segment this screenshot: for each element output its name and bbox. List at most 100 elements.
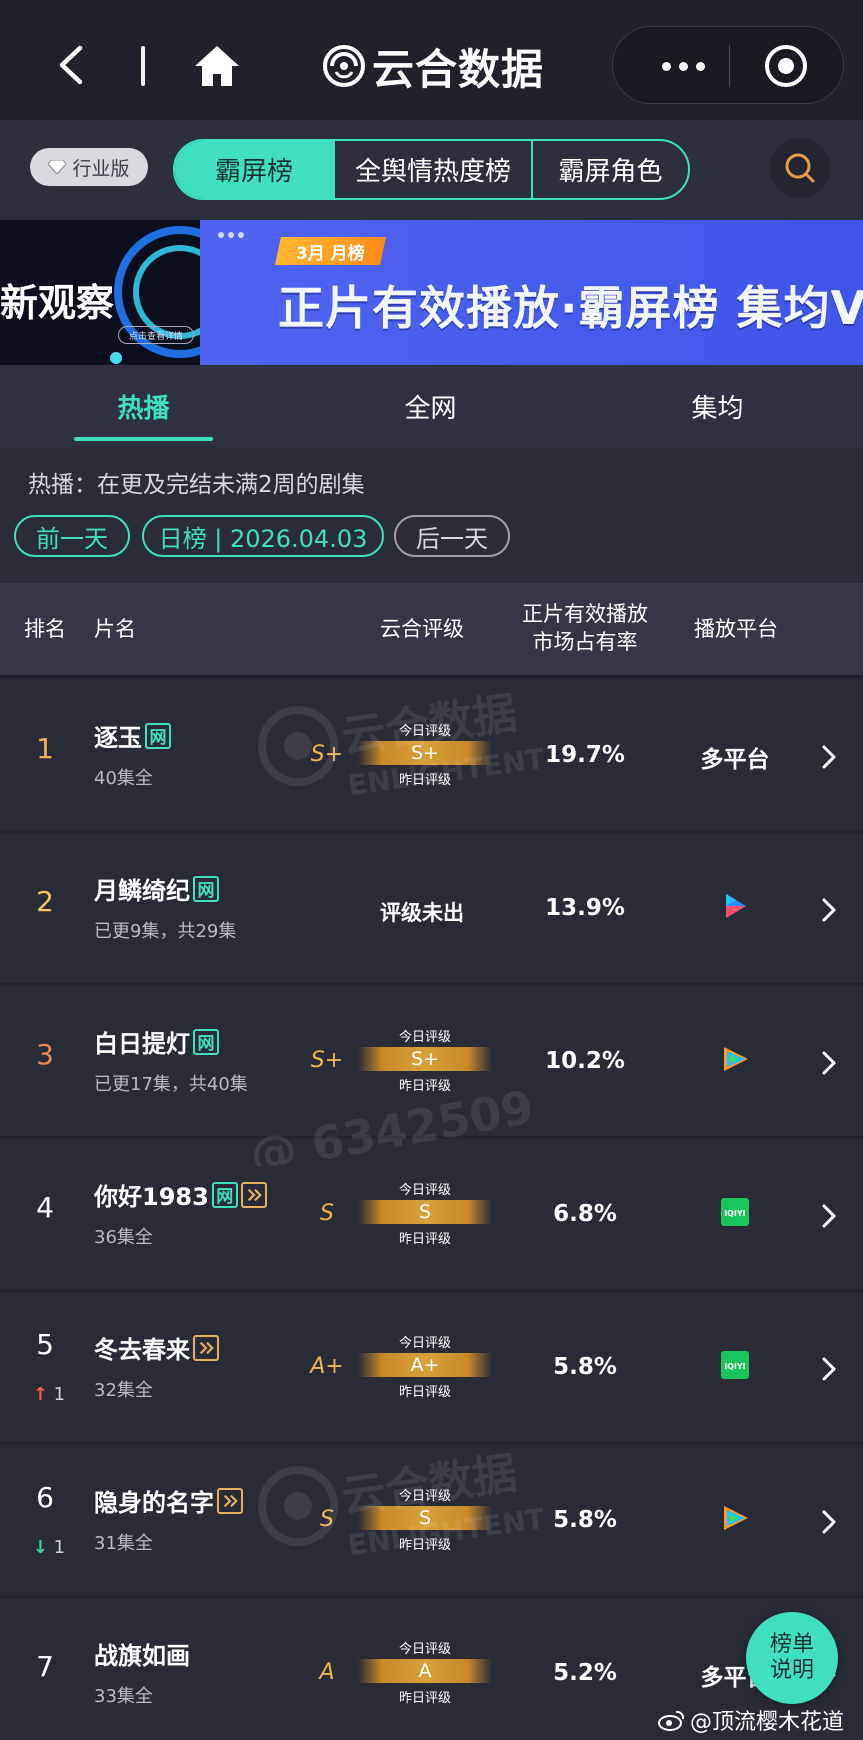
market-share: 5.8% [553,1507,617,1533]
today-grade-label: 今日评级 [398,1030,451,1045]
show-title[interactable]: 战旗如画 [94,1636,190,1671]
today-grade-label: 今日评级 [398,1642,451,1657]
yesterday-grade: S [320,1201,334,1226]
yesterday-grade: A [319,1660,335,1685]
fab-line2: 说明 [769,1658,814,1683]
rank-number: 5 [36,1328,54,1361]
show-title[interactable]: 你好1983 [94,1177,209,1212]
double-chevron-badge-icon [217,1487,243,1514]
chevron-right-icon[interactable] [818,742,840,772]
today-grade: A+ [358,1353,492,1377]
banner-tag: 3月 月榜 [275,237,386,265]
segment-tab-role[interactable]: 霸屏角色 [531,141,688,198]
show-title[interactable]: 逐玉 [94,718,142,753]
home-icon[interactable] [192,42,242,90]
market-share: 6.8% [553,1201,617,1227]
iqiyi-icon: iQIYI [720,1197,750,1227]
table-row[interactable]: 4 你好1983 网 36集全 S 今日评级 S 昨日评级 6.8% iQIYI [0,1137,863,1289]
arrow-down-icon: ↓ [32,1537,48,1558]
list-explanation-button[interactable]: 榜单 说明 [746,1612,838,1704]
today-grade: S+ [358,741,492,765]
industry-label: 行业版 [72,157,130,180]
table-row[interactable]: 1 逐玉网 40集全 S+ 今日评级 S+ 昨日评级 19.7% 多平台 [0,678,863,830]
tencent-video-icon [720,1503,750,1533]
chevron-right-icon[interactable] [818,1354,840,1384]
grade-box: 今日评级 S 昨日评级 [358,1485,492,1559]
chevron-right-icon[interactable] [818,1201,840,1231]
tab-all-network[interactable]: 全网 [287,365,574,447]
double-chevron-badge-icon [240,1181,267,1208]
segment-tab-bapin[interactable]: 霸屏榜 [175,141,333,198]
back-icon[interactable] [52,40,92,90]
tab-hot[interactable]: 热播 [0,365,287,447]
next-day-button[interactable]: 后一天 [394,515,510,557]
banner-dots [218,232,244,238]
weibo-handle: @顶流樱木花道 [690,1710,845,1735]
capsule-divider [729,45,730,87]
rank-down-indicator: ↓ 1 [26,1537,72,1558]
today-grade-label: 今日评级 [398,724,451,739]
show-title[interactable]: 隐身的名字 [94,1483,214,1518]
rank-number: 3 [36,1038,54,1071]
mini-program-capsule [612,26,844,104]
rank-up-indicator: ↑ 1 [26,1384,72,1405]
brand-logo-icon [323,45,365,87]
today-grade-label: 今日评级 [398,1489,451,1504]
brand-name: 云合数据 [372,44,545,94]
title-wrap: 月鳞绮纪网 [94,871,219,906]
title-wrap: 隐身的名字 [94,1483,243,1518]
table-row[interactable]: 2 月鳞绮纪网已更9集，共29集 评级未出 13.9% [0,831,863,983]
yesterday-grade: S [320,1507,334,1532]
title-wrap: 逐玉网 [94,718,171,753]
market-share: 19.7% [545,742,625,768]
rank-change-value: 1 [47,1384,66,1405]
date-selector[interactable]: 日榜 | 2026.04.03 [142,515,384,557]
market-share: 5.2% [553,1660,617,1686]
show-title[interactable]: 冬去春来 [94,1330,190,1365]
rank-number: 4 [36,1191,54,1224]
grade-box: 今日评级 A 昨日评级 [358,1638,492,1712]
show-title[interactable]: 白日提灯 [94,1024,190,1059]
search-button[interactable] [770,138,830,198]
table-row[interactable]: 5 ↑ 1 冬去春来 32集全 A+ 今日评级 A+ 昨日评级 5.8% iQIYI [0,1290,863,1442]
search-icon [785,153,815,183]
title-wrap: 战旗如画 [94,1636,190,1671]
chevron-right-icon[interactable] [818,895,840,925]
platform-label: 多平台 [700,747,770,773]
episode-info: 33集全 [94,1686,153,1707]
iqiyi-icon: iQIYI [720,1350,750,1380]
banner-left-button[interactable]: 点击查看详情 [118,326,194,344]
promo-banner[interactable]: 新观察 点击查看详情 3月 月榜 正片有效播放·霸屏榜 集均V [0,220,863,365]
segment-tab-sentiment[interactable]: 全舆情热度榜 [333,141,531,198]
today-grade-label: 今日评级 [398,1183,451,1198]
more-icon[interactable] [643,49,723,83]
prev-day-button[interactable]: 前一天 [14,515,130,557]
yesterday-grade-label: 昨日评级 [398,1385,451,1400]
grade-box: 今日评级 A+ 昨日评级 [358,1332,492,1406]
table-row[interactable]: 6 ↓ 1 隐身的名字 31集全 S 今日评级 S 昨日评级 5.8% [0,1443,863,1595]
double-chevron-badge-icon [193,1334,219,1361]
svg-text:iQIYI: iQIYI [724,1362,745,1371]
rank-number: 1 [36,732,54,765]
episode-info: 40集全 [94,768,153,789]
brand: 云合数据 [322,38,544,94]
net-drama-badge: 网 [193,875,219,902]
industry-badge[interactable]: 行业版 [30,148,148,186]
banner-title: 正片有效播放·霸屏榜 集均V [278,281,863,335]
show-title[interactable]: 月鳞绮纪 [94,871,190,906]
chevron-right-icon[interactable] [818,1048,840,1078]
header-share: 正片有效播放 市场占有率 [505,600,665,656]
yesterday-grade-label: 昨日评级 [398,1232,451,1247]
net-drama-badge: 网 [193,1028,219,1055]
today-grade: S [358,1200,492,1224]
close-target-icon[interactable] [763,43,809,89]
chevron-right-icon[interactable] [818,1507,840,1537]
table-row[interactable]: 3 白日提灯网已更17集，共40集 S+ 今日评级 S+ 昨日评级 10.2% [0,984,863,1136]
list-tabs: 热播 全网 集均 [0,365,863,447]
svg-text:iQIYI: iQIYI [724,1209,745,1218]
header-rank: 排名 [24,617,66,641]
episode-info: 已更17集，共40集 [94,1074,248,1095]
grade-pending: 评级未出 [380,901,464,925]
tab-per-episode[interactable]: 集均 [574,365,861,447]
header-share-line2: 市场占有率 [532,630,638,654]
